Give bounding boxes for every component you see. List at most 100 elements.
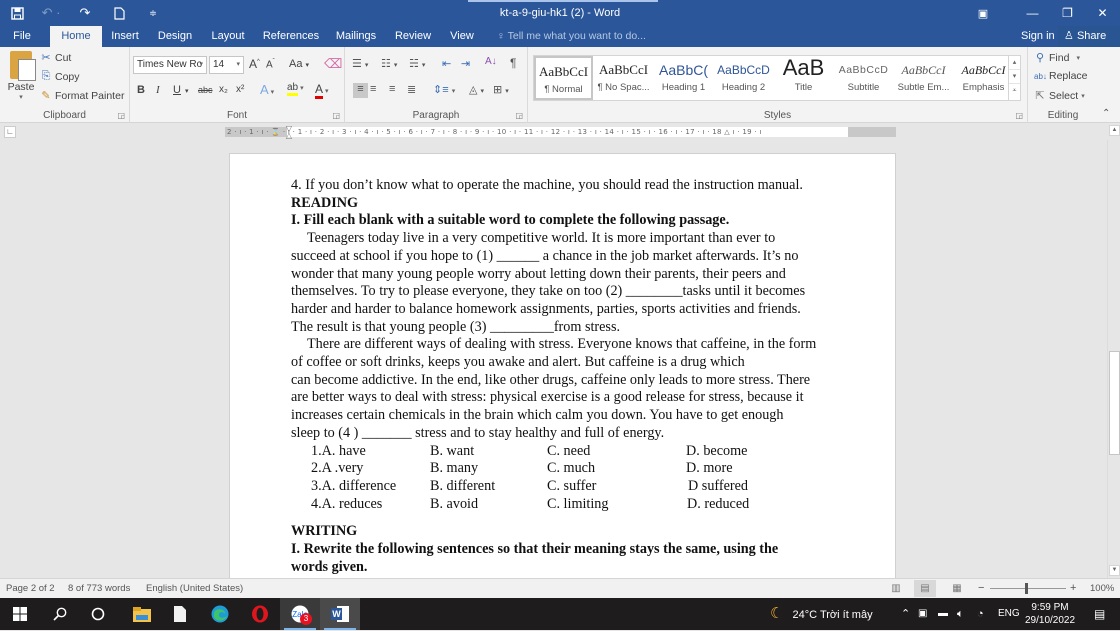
multilevel-list-button[interactable]: ☵ ▾ bbox=[409, 57, 425, 70]
paste-dropdown-icon[interactable]: ▾ bbox=[6, 93, 36, 101]
vertical-scrollbar[interactable]: ▲ ▼ bbox=[1107, 125, 1120, 578]
restore-button[interactable]: ❐ bbox=[1050, 0, 1085, 26]
scrollbar-thumb[interactable] bbox=[1109, 351, 1120, 455]
web-layout-icon[interactable]: ▦ bbox=[946, 580, 968, 597]
style-subtle-emphasis[interactable]: AaBbCcI Subtle Em... bbox=[894, 56, 953, 100]
styles-scroll-up-icon[interactable]: ▴ bbox=[1009, 56, 1020, 70]
justify-button[interactable]: ≣ bbox=[407, 83, 416, 96]
tab-design[interactable]: Design bbox=[154, 26, 196, 47]
document-page[interactable]: 4. If you don’t know what to operate the… bbox=[229, 153, 896, 578]
styles-launcher-icon[interactable]: ◲ bbox=[1015, 111, 1023, 120]
tab-references[interactable]: References bbox=[262, 26, 320, 47]
styles-more-icon[interactable]: ⩡ bbox=[1009, 84, 1020, 98]
superscript-button[interactable]: x² bbox=[236, 84, 244, 95]
tab-selector-icon[interactable]: ∟ bbox=[4, 126, 16, 138]
italic-button[interactable]: I bbox=[156, 84, 160, 96]
text-effects-button[interactable]: A ▾ bbox=[260, 82, 274, 97]
format-painter-button[interactable]: ✎ Format Painter bbox=[40, 89, 124, 103]
font-launcher-icon[interactable]: ◲ bbox=[332, 111, 340, 120]
language-indicator[interactable]: English (United States) bbox=[146, 579, 243, 598]
zoom-level[interactable]: 100% bbox=[1090, 579, 1114, 598]
find-button[interactable]: ⚲ Find ▾ bbox=[1034, 51, 1080, 65]
scroll-down-icon[interactable]: ▼ bbox=[1109, 565, 1120, 576]
clock[interactable]: 9:59 PM 29/10/2022 bbox=[1025, 601, 1075, 627]
bold-button[interactable]: B bbox=[137, 84, 145, 96]
tab-file[interactable]: File bbox=[6, 26, 38, 47]
sign-in-link[interactable]: Sign in bbox=[1021, 26, 1055, 47]
copy-button[interactable]: ⎘ Copy bbox=[40, 70, 80, 83]
undo-icon[interactable]: ↶ · bbox=[34, 0, 68, 26]
word-button[interactable]: W bbox=[320, 598, 360, 630]
scroll-up-icon[interactable]: ▲ bbox=[1109, 125, 1120, 136]
input-language[interactable]: ENG bbox=[998, 598, 1020, 630]
strikethrough-button[interactable]: abc bbox=[198, 85, 213, 95]
edge-button[interactable] bbox=[200, 598, 240, 630]
align-right-button[interactable]: ≡ bbox=[389, 83, 395, 95]
decrease-indent-button[interactable]: ⇤ bbox=[442, 57, 451, 70]
share-button[interactable]: ♙ Share bbox=[1058, 26, 1120, 47]
file-explorer-button[interactable] bbox=[122, 598, 162, 630]
shrink-font-button[interactable]: Aˇ bbox=[266, 59, 275, 70]
redo-icon[interactable]: ↷ bbox=[68, 0, 102, 26]
save-icon[interactable] bbox=[0, 0, 34, 26]
weather-widget[interactable]: ☾ 24°C Trời ít mây bbox=[770, 598, 873, 630]
cut-button[interactable]: ✂ Cut bbox=[40, 51, 71, 65]
replace-button[interactable]: ab↓ Replace bbox=[1034, 70, 1088, 82]
close-button[interactable]: ✕ bbox=[1085, 0, 1120, 26]
paragraph-launcher-icon[interactable]: ◲ bbox=[515, 111, 523, 120]
numbering-button[interactable]: ☷ ▾ bbox=[381, 57, 397, 70]
zalo-button[interactable]: Zalo bbox=[280, 598, 320, 630]
underline-button[interactable]: U ▾ bbox=[173, 84, 188, 96]
collapse-ribbon-icon[interactable]: ⌃ bbox=[1102, 108, 1110, 119]
align-left-button[interactable]: ≡ bbox=[353, 83, 368, 98]
notifications-icon[interactable]: ▤ bbox=[1094, 598, 1105, 630]
borders-button[interactable]: ⊞ ▾ bbox=[493, 83, 509, 96]
minimize-button[interactable]: — bbox=[1015, 0, 1050, 26]
grow-font-button[interactable]: A^ bbox=[249, 57, 260, 71]
horizontal-ruler[interactable]: 2 · ı · 1 · ı · ⌛ · ı · 1 · ı · 2 · ı · … bbox=[225, 127, 896, 137]
notepad-button[interactable] bbox=[160, 598, 200, 630]
customize-qat-icon[interactable]: ≑ bbox=[136, 0, 170, 26]
sort-button[interactable]: A↓ bbox=[485, 56, 497, 67]
clipboard-launcher-icon[interactable]: ◲ bbox=[117, 111, 125, 120]
style-heading-1[interactable]: AaBbC( Heading 1 bbox=[654, 56, 713, 100]
increase-indent-button[interactable]: ⇥ bbox=[461, 57, 470, 70]
tab-layout[interactable]: Layout bbox=[207, 26, 249, 47]
zoom-slider-thumb[interactable] bbox=[1025, 583, 1028, 594]
zoom-in-button[interactable]: + bbox=[1070, 579, 1076, 598]
tell-me-box[interactable]: ♀ Tell me what you want to do... bbox=[497, 26, 646, 47]
opera-button[interactable] bbox=[240, 598, 280, 630]
new-document-icon[interactable] bbox=[102, 0, 136, 26]
indent-marker-icon[interactable]: ▽△▭ bbox=[285, 125, 293, 147]
style-no-spacing[interactable]: AaBbCcI ¶ No Spac... bbox=[594, 56, 653, 100]
task-view-button[interactable] bbox=[78, 598, 118, 630]
ribbon-display-options-icon[interactable]: ▣ bbox=[963, 0, 1003, 26]
tab-review[interactable]: Review bbox=[392, 26, 434, 47]
subscript-button[interactable]: x₂ bbox=[219, 84, 228, 95]
font-size-box[interactable]: 14 ▾ bbox=[209, 56, 244, 74]
battery-icon[interactable]: ▬ bbox=[938, 598, 948, 630]
line-spacing-button[interactable]: ⇕≡ ▾ bbox=[433, 83, 455, 96]
shading-button[interactable]: ◬ ▾ bbox=[469, 83, 484, 96]
meet-now-icon[interactable]: ▣ bbox=[918, 598, 927, 630]
align-center-button[interactable]: ≡ bbox=[370, 83, 376, 95]
start-button[interactable] bbox=[0, 598, 40, 630]
volume-icon[interactable]: 🔈︎ bbox=[957, 598, 964, 630]
styles-scroll-down-icon[interactable]: ▾ bbox=[1009, 70, 1020, 84]
style-emphasis[interactable]: AaBbCcI Emphasis bbox=[954, 56, 1013, 100]
font-name-box[interactable]: Times New Ro ▾ bbox=[133, 56, 207, 74]
wifi-icon[interactable]: ◔ bbox=[977, 598, 984, 630]
page-count[interactable]: Page 2 of 2 bbox=[6, 579, 55, 598]
font-color-button[interactable]: A ▾ bbox=[315, 82, 328, 99]
change-case-button[interactable]: Aa ▾ bbox=[289, 58, 309, 70]
paste-button[interactable]: Paste ▾ bbox=[6, 51, 36, 101]
bullets-button[interactable]: ☰ ▾ bbox=[352, 57, 368, 70]
print-layout-icon[interactable]: ▤ bbox=[914, 580, 936, 597]
show-hide-button[interactable]: ¶ bbox=[510, 56, 516, 70]
document-body[interactable]: 4. If you don’t know what to operate the… bbox=[291, 177, 871, 576]
style-normal[interactable]: AaBbCcI ¶ Normal bbox=[534, 56, 593, 100]
zoom-slider-track[interactable] bbox=[990, 588, 1066, 589]
read-mode-icon[interactable]: ▥ bbox=[885, 580, 907, 597]
style-heading-2[interactable]: AaBbCcD Heading 2 bbox=[714, 56, 773, 100]
style-title[interactable]: AaB Title bbox=[774, 56, 833, 100]
